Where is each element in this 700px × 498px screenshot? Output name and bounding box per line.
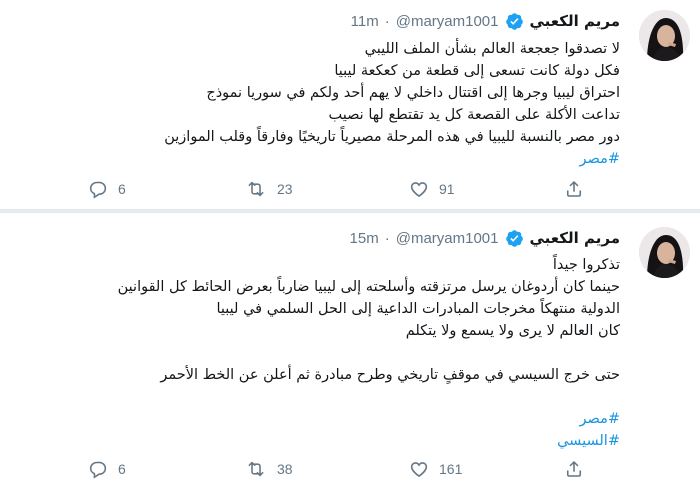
tweet[interactable]: مريم الكعبي @maryam1001 · 15m تذكروا جيد… — [0, 213, 700, 498]
reply-count: 6 — [118, 181, 126, 197]
share-button[interactable] — [564, 459, 584, 479]
share-button[interactable] — [564, 179, 584, 199]
tweet-line: حتى خرج السيسي في موقفٍ تاريخي وطرح مباد… — [160, 367, 620, 383]
author-handle[interactable]: @maryam1001 — [396, 13, 499, 30]
share-icon — [564, 179, 584, 199]
hashtag-link[interactable]: #السيسي — [95, 430, 620, 452]
retweet-icon — [245, 459, 267, 479]
tweet-line: كان العالم لا يرى ولا يسمع ولا يتكلم — [405, 323, 620, 339]
like-count: 91 — [439, 181, 455, 197]
tweet-line: تذكروا جيداً — [552, 257, 620, 273]
reply-icon — [88, 459, 108, 479]
tweet-line: احتراق ليبيا وجرها إلى اقتتال داخلي لا ي… — [206, 85, 620, 101]
tweet-line: الدولية منتهكاً مخرجات المبادرات الداعية… — [216, 301, 621, 317]
tweet-line: دور مصر بالنسبة لليبيا في هذه المرحلة مص… — [164, 129, 620, 145]
reply-button[interactable]: 6 — [88, 459, 126, 479]
retweet-count: 38 — [277, 461, 293, 477]
like-icon — [409, 179, 429, 199]
verified-badge-icon — [505, 229, 524, 248]
like-icon — [409, 459, 429, 479]
reply-icon — [88, 179, 108, 199]
retweet-button[interactable]: 38 — [245, 459, 293, 479]
avatar[interactable] — [639, 227, 690, 278]
retweet-button[interactable]: 23 — [245, 179, 293, 199]
tweet-header: مريم الكعبي @maryam1001 · 11m — [20, 10, 620, 32]
tweet-actions: 6 23 91 — [0, 179, 700, 203]
retweet-icon — [245, 179, 267, 199]
tweet-actions: 6 38 161 — [0, 459, 700, 483]
author-name[interactable]: مريم الكعبي — [530, 229, 621, 247]
tweet-header: مريم الكعبي @maryam1001 · 15m — [20, 227, 620, 249]
tweet-line: فكل دولة كانت تسعى إلى قطعة من كعكعة ليب… — [334, 63, 620, 79]
reply-count: 6 — [118, 461, 126, 477]
tweet-line: حينما كان أردوغان يرسل مرتزقته وأسلحته إ… — [117, 279, 620, 295]
like-count: 161 — [439, 461, 463, 477]
tweet-text: تذكروا جيداً حينما كان أردوغان يرسل مرتز… — [95, 254, 620, 452]
tweet[interactable]: مريم الكعبي @maryam1001 · 11m لا تصدقوا … — [0, 0, 700, 209]
hashtag-link[interactable]: #مصر — [95, 408, 621, 430]
tweet-timestamp[interactable]: 15m — [350, 230, 379, 247]
author-name[interactable]: مريم الكعبي — [530, 12, 621, 30]
avatar[interactable] — [639, 10, 690, 61]
like-button[interactable]: 161 — [409, 459, 462, 479]
tweet-line: تداعت الأكلة على القصعة كل يد تقتطع لها … — [328, 107, 620, 123]
verified-badge-icon — [505, 12, 524, 31]
like-button[interactable]: 91 — [409, 179, 455, 199]
author-handle[interactable]: @maryam1001 — [396, 230, 499, 247]
reply-button[interactable]: 6 — [88, 179, 126, 199]
tweet-text: لا تصدقوا جعجعة العالم بشأن الملف الليبي… — [95, 38, 620, 170]
tweet-timestamp[interactable]: 11m — [351, 13, 379, 30]
hashtag-link[interactable]: #مصر — [95, 148, 621, 170]
header-separator: · — [384, 12, 390, 30]
header-separator: · — [384, 229, 390, 247]
share-icon — [564, 459, 584, 479]
retweet-count: 23 — [277, 181, 293, 197]
tweet-line: لا تصدقوا جعجعة العالم بشأن الملف الليبي — [364, 41, 620, 57]
